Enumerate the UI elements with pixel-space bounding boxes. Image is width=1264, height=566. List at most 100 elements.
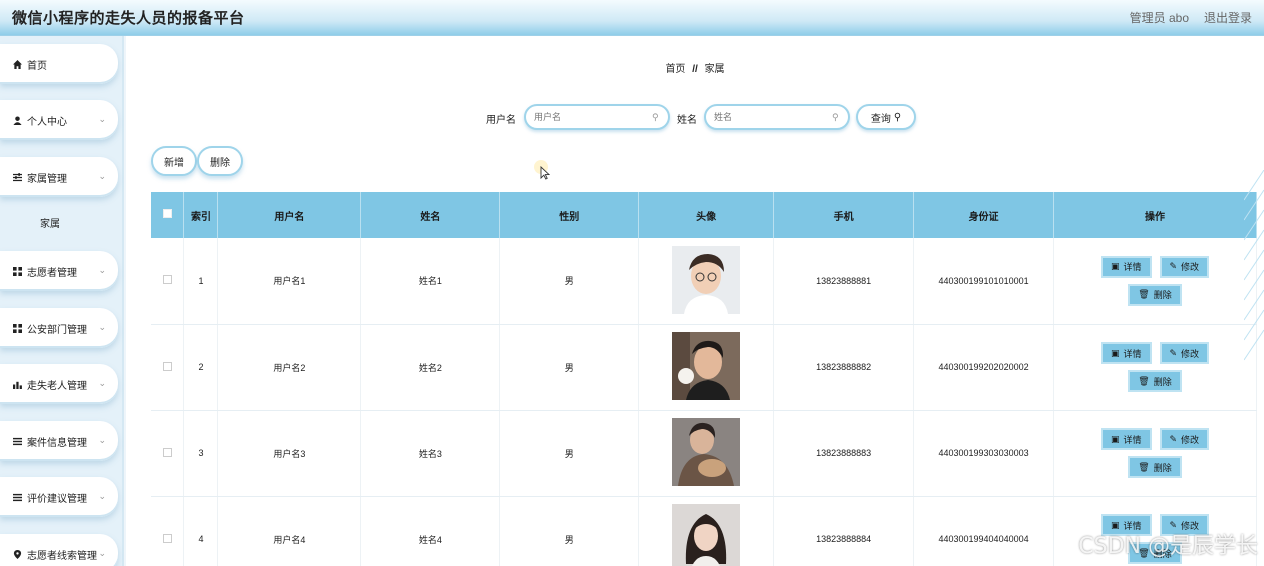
avatar: [672, 418, 741, 486]
index-cell: 2: [183, 324, 219, 411]
actions-cell: ▣ 详情 ✎ 修改 🗑 删除: [1053, 410, 1257, 497]
index-cell: 3: [183, 410, 219, 497]
username-label: 用户名: [486, 115, 516, 126]
sidebar-item-feedback-management[interactable]: 评价建议管理 ⌄: [0, 477, 118, 517]
chevron-down-icon: ⌄: [98, 265, 106, 275]
gender-cell: 男: [499, 324, 640, 411]
detail-button[interactable]: ▣ 详情: [1100, 342, 1152, 364]
column-header-id-card: 身份证: [913, 192, 1055, 238]
sidebar-item-volunteer-clue-management[interactable]: 志愿者线索管理 ⌄: [0, 534, 118, 566]
delete-button[interactable]: 🗑 删除: [1128, 456, 1182, 478]
name-cell: 姓名3: [360, 410, 501, 497]
sidebar-item-volunteer-management[interactable]: 志愿者管理 ⌄: [0, 251, 118, 291]
column-header-avatar: 头像: [638, 192, 775, 238]
username-search-input[interactable]: [524, 104, 670, 130]
sidebar-item-family-management[interactable]: 家属管理 ⌄: [0, 157, 118, 197]
name-cell: 姓名4: [360, 496, 501, 566]
name-search-input[interactable]: [704, 104, 850, 130]
breadcrumb-home[interactable]: 首页: [665, 64, 685, 75]
index-cell: 1: [183, 238, 219, 325]
detail-button[interactable]: ▣ 详情: [1100, 428, 1152, 450]
row-checkbox[interactable]: [162, 275, 172, 285]
sidebar-item-label: 个人中心: [27, 116, 67, 128]
gender-cell: 男: [499, 410, 640, 497]
row-checkbox[interactable]: [162, 361, 172, 371]
trash-icon: 🗑: [1138, 375, 1150, 386]
sidebar-item-label: 评价建议管理: [27, 493, 87, 505]
logout-link[interactable]: 退出登录: [1204, 9, 1252, 26]
sidebar-item-police-management[interactable]: 公安部门管理 ⌄: [0, 308, 118, 348]
doc-icon: ▣: [1110, 433, 1120, 444]
pencil-icon: ✎: [1169, 261, 1178, 272]
avatar: [672, 245, 741, 314]
phone-cell: 13823888881: [773, 238, 915, 325]
avatar-cell: [638, 238, 775, 325]
select-all-header: [151, 192, 185, 238]
sidebar-item-label: 志愿者管理: [27, 267, 77, 279]
column-header-index: 索引: [183, 192, 219, 238]
query-button[interactable]: 查询 ⚲: [856, 104, 916, 130]
sliders-icon: [12, 172, 22, 182]
username-cell: 用户名1: [217, 238, 362, 325]
chevron-down-icon: ⌄: [98, 378, 106, 388]
chevron-down-icon: ⌄: [98, 171, 106, 181]
pencil-icon: ✎: [1169, 347, 1178, 358]
row-checkbox[interactable]: [162, 447, 172, 457]
sidebar: 首页 个人中心 ⌄ 家属管理 ⌄ 家属 志愿者管理 ⌄ 公安部门管理 ⌄ 走失老…: [0, 36, 124, 566]
edit-label: 修改: [1181, 262, 1200, 273]
home-icon: [12, 59, 22, 69]
top-header: 微信小程序的走失人员的报备平台 管理员 abo 退出登录: [0, 0, 1264, 36]
username-cell: 用户名3: [217, 410, 362, 497]
add-button[interactable]: 新增: [151, 146, 197, 176]
grid-icon: [12, 266, 22, 276]
table-row: 2 用户名2 姓名2 男 13823888882 440300199202020…: [151, 324, 1257, 411]
delete-label: 删除: [1153, 462, 1172, 473]
watermark: CSDN @是辰学长: [1078, 534, 1258, 559]
select-all-checkbox[interactable]: [162, 209, 172, 218]
name-cell: 姓名1: [360, 238, 501, 325]
chevron-down-icon: ⌄: [98, 548, 106, 558]
sidebar-item-missing-elderly-management[interactable]: 走失老人管理 ⌄: [0, 364, 118, 404]
avatar: [672, 504, 741, 566]
column-header-name: 姓名: [360, 192, 501, 238]
actions-cell: ▣ 详情 ✎ 修改 🗑 删除: [1053, 324, 1257, 411]
sidebar-item-label: 案件信息管理: [27, 437, 87, 449]
sidebar-item-case-info-management[interactable]: 案件信息管理 ⌄: [0, 421, 118, 461]
edit-button[interactable]: ✎ 修改: [1159, 342, 1210, 364]
phone-cell: 13823888882: [773, 324, 915, 411]
actions-cell: ▣ 详情 ✎ 修改 🗑 删除: [1053, 238, 1257, 325]
trash-icon: 🗑: [1138, 289, 1150, 300]
sidebar-item-label: 首页: [27, 60, 47, 72]
chevron-down-icon: ⌄: [98, 114, 106, 124]
avatar-cell: [638, 410, 775, 497]
sidebar-item-home[interactable]: 首页: [0, 44, 118, 84]
user-icon: [12, 115, 22, 125]
sidebar-item-personal-center[interactable]: 个人中心 ⌄: [0, 100, 118, 140]
sidebar-subitem-family[interactable]: 家属: [18, 207, 114, 237]
detail-button[interactable]: ▣ 详情: [1100, 255, 1152, 278]
avatar-cell: [638, 324, 775, 411]
delete-button[interactable]: 🗑 删除: [1128, 283, 1182, 306]
chevron-down-icon: ⌄: [98, 322, 106, 332]
row-select-cell: [151, 324, 185, 411]
batch-delete-button[interactable]: 删除: [197, 146, 243, 176]
detail-label: 详情: [1123, 434, 1142, 445]
admin-label: 管理员 abo: [1129, 11, 1189, 25]
table-row: 1 用户名1 姓名1 男 13823888881 440300199101010…: [151, 238, 1257, 325]
search-icon: ⚲: [893, 111, 902, 123]
breadcrumb-current: 家属: [704, 64, 725, 75]
username-cell: 用户名4: [217, 496, 362, 566]
pencil-icon: ✎: [1169, 433, 1178, 444]
edit-button[interactable]: ✎ 修改: [1159, 255, 1210, 278]
edit-button[interactable]: ✎ 修改: [1159, 428, 1210, 450]
doc-icon: ▣: [1110, 261, 1120, 272]
gender-cell: 男: [499, 496, 640, 566]
delete-label: 删除: [1153, 376, 1172, 387]
gender-cell: 男: [499, 238, 640, 325]
delete-button[interactable]: 🗑 删除: [1128, 370, 1182, 392]
id-card-cell: 440300199202020002: [913, 324, 1055, 411]
app-title: 微信小程序的走失人员的报备平台: [12, 11, 245, 27]
row-checkbox[interactable]: [162, 533, 172, 543]
edit-label: 修改: [1181, 348, 1200, 359]
row-select-cell: [151, 410, 185, 497]
